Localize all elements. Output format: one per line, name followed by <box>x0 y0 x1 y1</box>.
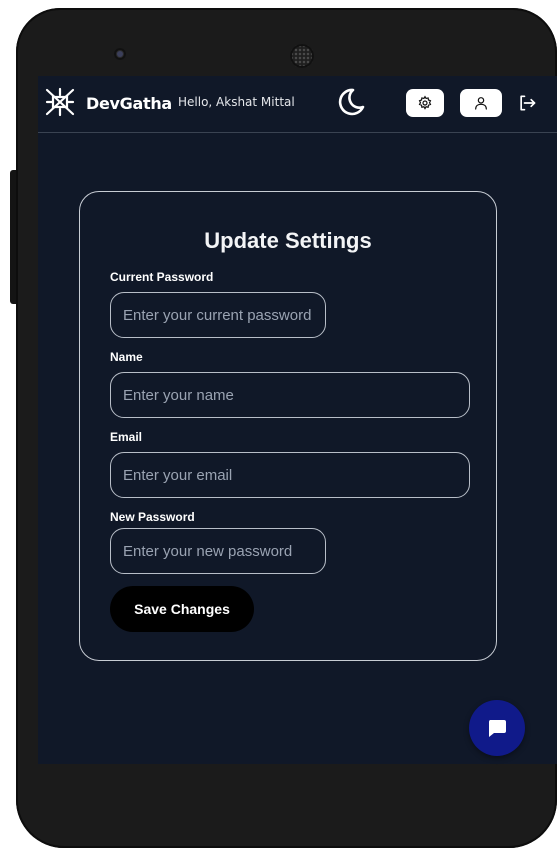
device-side-button <box>10 170 16 304</box>
page-title: Update Settings <box>204 228 372 253</box>
profile-button[interactable] <box>460 89 502 117</box>
camera-icon <box>114 48 126 60</box>
new-password-input[interactable] <box>110 528 326 574</box>
email-input[interactable] <box>110 452 470 498</box>
gear-icon <box>418 95 432 110</box>
chat-bubble-icon <box>488 720 506 737</box>
user-icon <box>475 97 487 110</box>
logout-button[interactable] <box>516 91 538 115</box>
app-screen: DevGatha Hello, Akshat Mittal Update Set… <box>38 76 557 764</box>
current-password-input[interactable] <box>110 292 326 338</box>
theme-toggle-button[interactable] <box>332 84 368 120</box>
name-input[interactable] <box>110 372 470 418</box>
settings-button[interactable] <box>406 89 444 117</box>
save-changes-button[interactable]: Save Changes <box>110 586 254 632</box>
speaker-icon <box>290 44 314 68</box>
devgatha-logo-icon[interactable] <box>44 86 76 118</box>
brand-name[interactable]: DevGatha <box>86 94 172 113</box>
current-password-label: Current Password <box>110 270 214 284</box>
navbar: DevGatha Hello, Akshat Mittal <box>38 76 557 133</box>
new-password-label: New Password <box>110 510 195 524</box>
logout-icon <box>520 95 536 111</box>
moon-icon <box>338 88 365 116</box>
name-label: Name <box>110 350 143 364</box>
email-label: Email <box>110 430 143 444</box>
settings-card: Update Settings Current Password Name Em… <box>79 191 497 661</box>
chat-button[interactable] <box>469 700 525 756</box>
user-greeting: Hello, Akshat Mittal <box>178 95 295 109</box>
